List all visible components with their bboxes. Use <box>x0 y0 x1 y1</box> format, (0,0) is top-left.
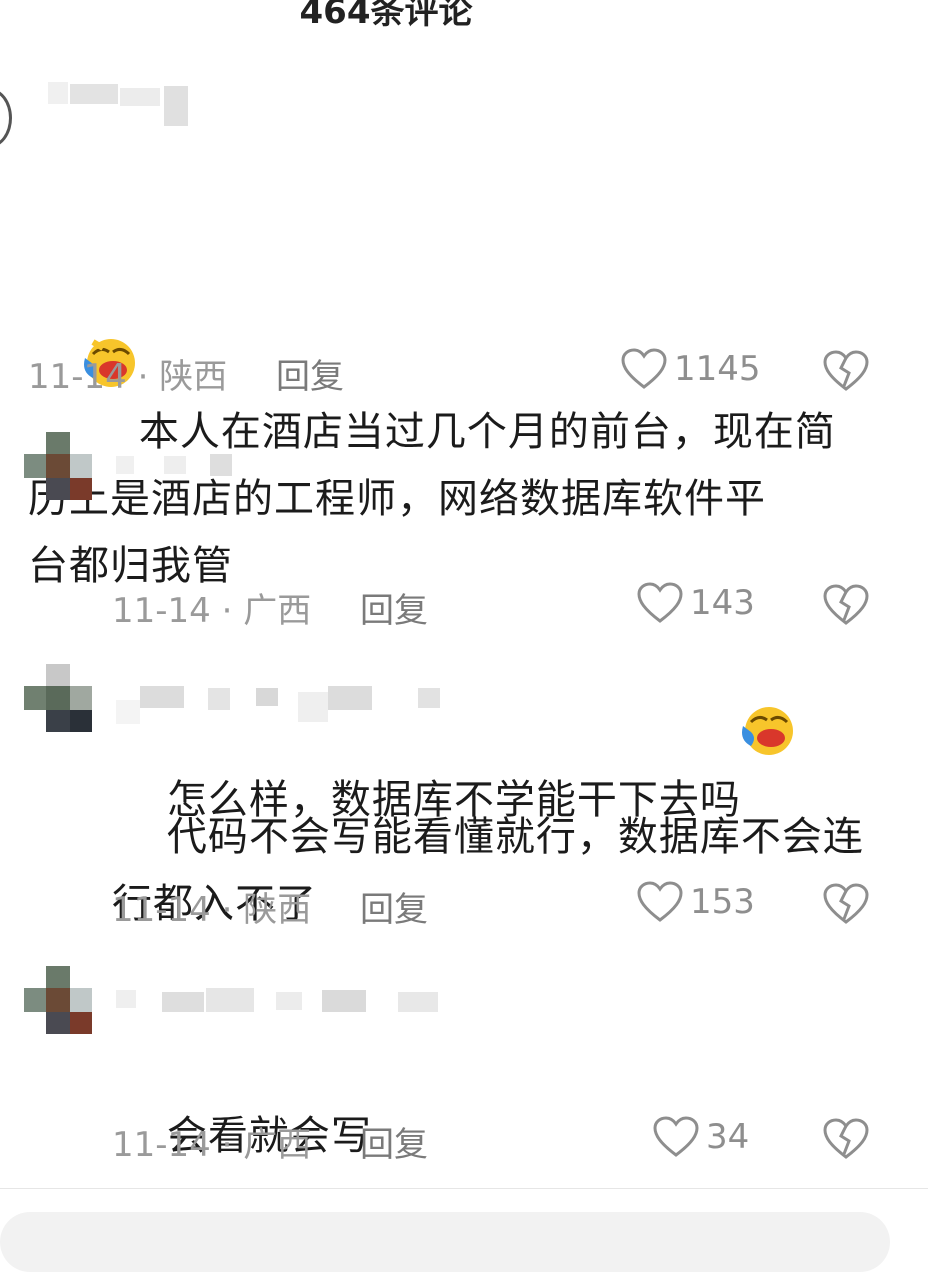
comment-meta: 11-14 · 广西 <box>112 1125 312 1165</box>
comment-text: 代码不会写能看懂就行，数据库不会连 行都入不了 <box>112 737 902 1005</box>
username-blurred[interactable] <box>116 988 446 1032</box>
reply-button[interactable]: 回复 <box>360 882 428 931</box>
username-blurred[interactable] <box>48 82 298 126</box>
like-count: 143 <box>690 583 755 623</box>
heart-icon <box>637 582 683 623</box>
avatar[interactable] <box>24 966 92 1034</box>
like-count: 1145 <box>674 349 761 389</box>
avatar[interactable] <box>24 664 92 732</box>
comment-region: 广西 <box>243 1125 312 1165</box>
dislike-button[interactable] <box>822 1116 870 1162</box>
like-button[interactable]: 143 <box>636 581 755 625</box>
comment-meta: 11-14 · 广西 <box>112 591 312 631</box>
like-count: 153 <box>690 882 755 922</box>
dislike-button[interactable] <box>822 582 870 628</box>
broken-heart-icon <box>823 584 869 625</box>
comment-meta: 11-14 · 陕西 <box>28 357 228 397</box>
dislike-button[interactable] <box>822 881 870 927</box>
comment-region: 陕西 <box>159 357 228 397</box>
comment-region: 陕西 <box>243 890 312 930</box>
comment-date: 11-14 <box>112 890 211 930</box>
comment-date: 11-14 <box>112 1125 211 1165</box>
comment-input-bar[interactable] <box>0 1212 890 1272</box>
reply-button[interactable]: 回复 <box>360 583 428 632</box>
reply-button[interactable]: 回复 <box>276 349 344 398</box>
like-button[interactable]: 153 <box>636 880 755 924</box>
heart-icon <box>621 348 667 389</box>
heart-icon <box>653 1116 699 1157</box>
avatar[interactable] <box>0 88 12 148</box>
reply-button[interactable]: 回复 <box>360 1117 428 1166</box>
username-blurred[interactable] <box>116 686 446 730</box>
comment-count-title: 464条评论 <box>299 0 473 32</box>
broken-heart-icon <box>823 350 869 391</box>
heart-icon <box>637 881 683 922</box>
laugh-cry-emoji-icon <box>83 202 139 387</box>
dislike-button[interactable] <box>822 348 870 394</box>
comment-date: 11-14 <box>112 591 211 631</box>
avatar[interactable] <box>24 432 92 500</box>
comment-region: 广西 <box>243 591 312 631</box>
comment-date: 11-14 <box>28 357 127 397</box>
like-button[interactable]: 34 <box>652 1115 749 1159</box>
broken-heart-icon <box>823 883 869 924</box>
username-blurred[interactable] <box>116 454 366 498</box>
like-button[interactable]: 1145 <box>620 347 761 391</box>
comment-meta: 11-14 · 陕西 <box>112 890 312 930</box>
broken-heart-icon <box>823 1118 869 1159</box>
divider <box>0 1188 928 1189</box>
like-count: 34 <box>706 1117 750 1157</box>
